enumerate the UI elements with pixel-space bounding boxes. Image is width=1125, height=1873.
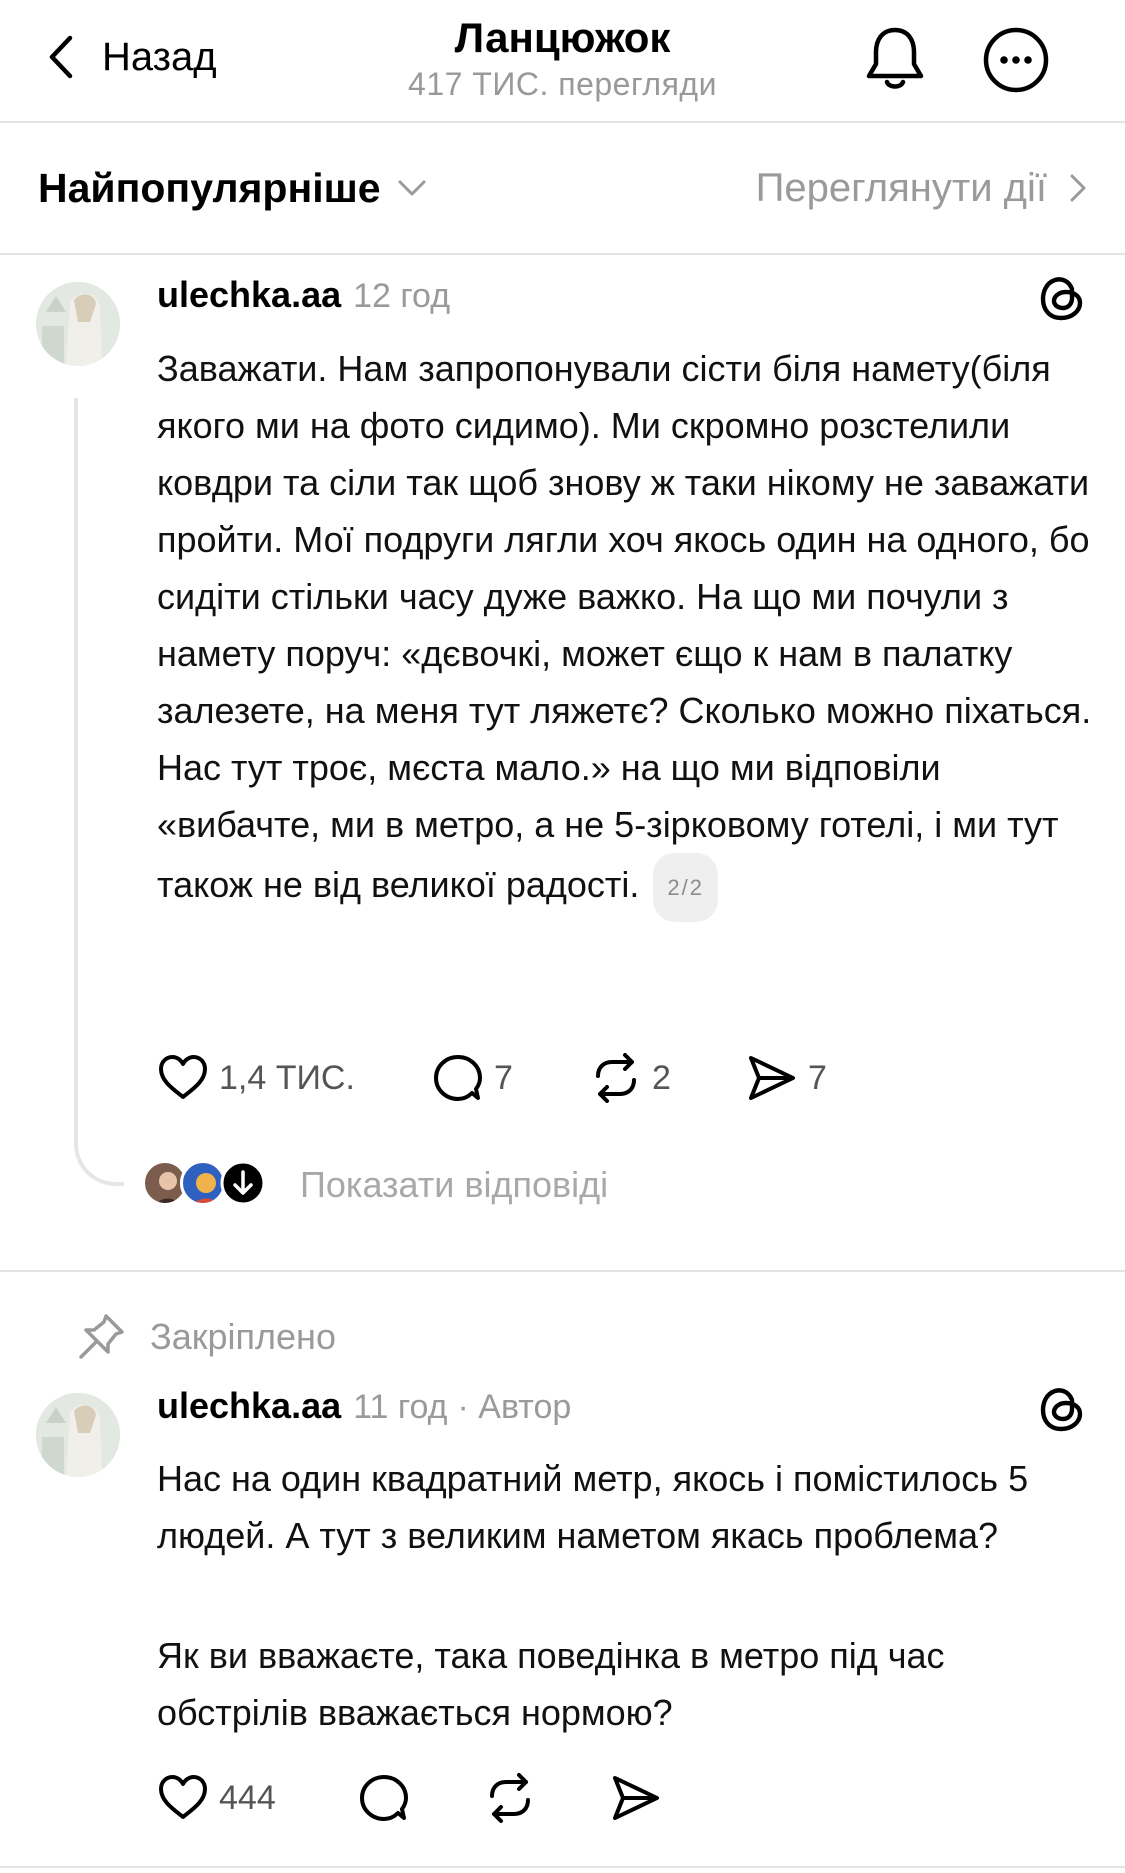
pinned-label: Закріплено <box>150 1316 336 1357</box>
comment-button[interactable] <box>358 1772 410 1824</box>
chevron-right-icon <box>1070 174 1086 202</box>
sort-dropdown[interactable]: Найпопулярніше <box>38 158 427 218</box>
post-text: Заважати. Нам запропонували сісти біля н… <box>157 348 1092 906</box>
like-count: 1,4 ТИС. <box>219 1058 355 1097</box>
author-tag: · Автор <box>457 1388 572 1426</box>
thread-line <box>74 398 124 1186</box>
pinned-row: Закріплено <box>76 1312 336 1362</box>
chevron-down-icon <box>398 180 426 196</box>
like-button[interactable]: 444 <box>157 1772 276 1824</box>
share-icon <box>613 1776 659 1820</box>
post-header: ulechka.aa 11 год · Автор <box>157 1385 571 1427</box>
arrow-down-icon <box>220 1160 266 1206</box>
views-count: 417 ТИС. перегляди <box>408 66 717 102</box>
repost-icon <box>490 1773 530 1823</box>
avatar[interactable] <box>36 1393 120 1477</box>
heart-icon <box>159 1055 207 1099</box>
post-time: 12 год <box>353 277 451 315</box>
show-replies-link[interactable]: Показати відповіді <box>300 1164 608 1206</box>
repost-button[interactable] <box>484 1772 536 1824</box>
share-button[interactable] <box>610 1772 662 1824</box>
post-text: Нас на один квадратний метр, якось і пом… <box>157 1458 1029 1556</box>
header-divider <box>0 121 1125 123</box>
threads-icon[interactable] <box>1036 1383 1088 1435</box>
repost-button[interactable]: 2 <box>590 1052 671 1104</box>
bell-icon[interactable] <box>862 24 928 92</box>
reply-avatars[interactable] <box>142 1160 282 1210</box>
sort-label: Найпопулярніше <box>38 164 381 211</box>
comment-button[interactable]: 7 <box>432 1052 513 1104</box>
threads-icon[interactable] <box>1036 272 1088 324</box>
avatar-image <box>36 282 120 366</box>
share-count: 7 <box>808 1058 827 1097</box>
view-activity-link[interactable]: Переглянути дії <box>756 158 1087 218</box>
page-badge: 2/2 <box>653 853 718 922</box>
bottom-divider <box>0 1866 1125 1868</box>
comment-icon <box>434 1055 482 1101</box>
comment-icon <box>360 1775 408 1821</box>
share-button[interactable]: 7 <box>746 1052 827 1104</box>
heart-icon <box>159 1775 207 1819</box>
sort-divider <box>0 253 1125 255</box>
more-icon[interactable] <box>982 26 1050 94</box>
activity-label: Переглянути дії <box>755 165 1047 210</box>
share-icon <box>749 1056 795 1100</box>
comment-count: 7 <box>494 1058 513 1097</box>
avatar[interactable] <box>36 282 120 366</box>
pin-icon <box>79 1314 124 1359</box>
username[interactable]: ulechka.aa <box>157 1385 341 1427</box>
repost-count: 2 <box>652 1058 671 1097</box>
like-button[interactable]: 1,4 ТИС. <box>157 1052 355 1104</box>
avatar-image <box>36 1393 120 1477</box>
like-count: 444 <box>219 1778 276 1817</box>
post-divider <box>0 1270 1125 1272</box>
repost-icon <box>596 1053 636 1103</box>
post-time: 11 год <box>353 1388 448 1426</box>
page-title: Ланцюжок <box>454 14 671 61</box>
post-text: Як ви вважаєте, така поведінка в метро п… <box>157 1635 945 1733</box>
post-text-container: Заважати. Нам запропонували сісти біля н… <box>157 340 1092 922</box>
post-header: ulechka.aa 12 год <box>157 274 450 316</box>
username[interactable]: ulechka.aa <box>157 274 341 316</box>
